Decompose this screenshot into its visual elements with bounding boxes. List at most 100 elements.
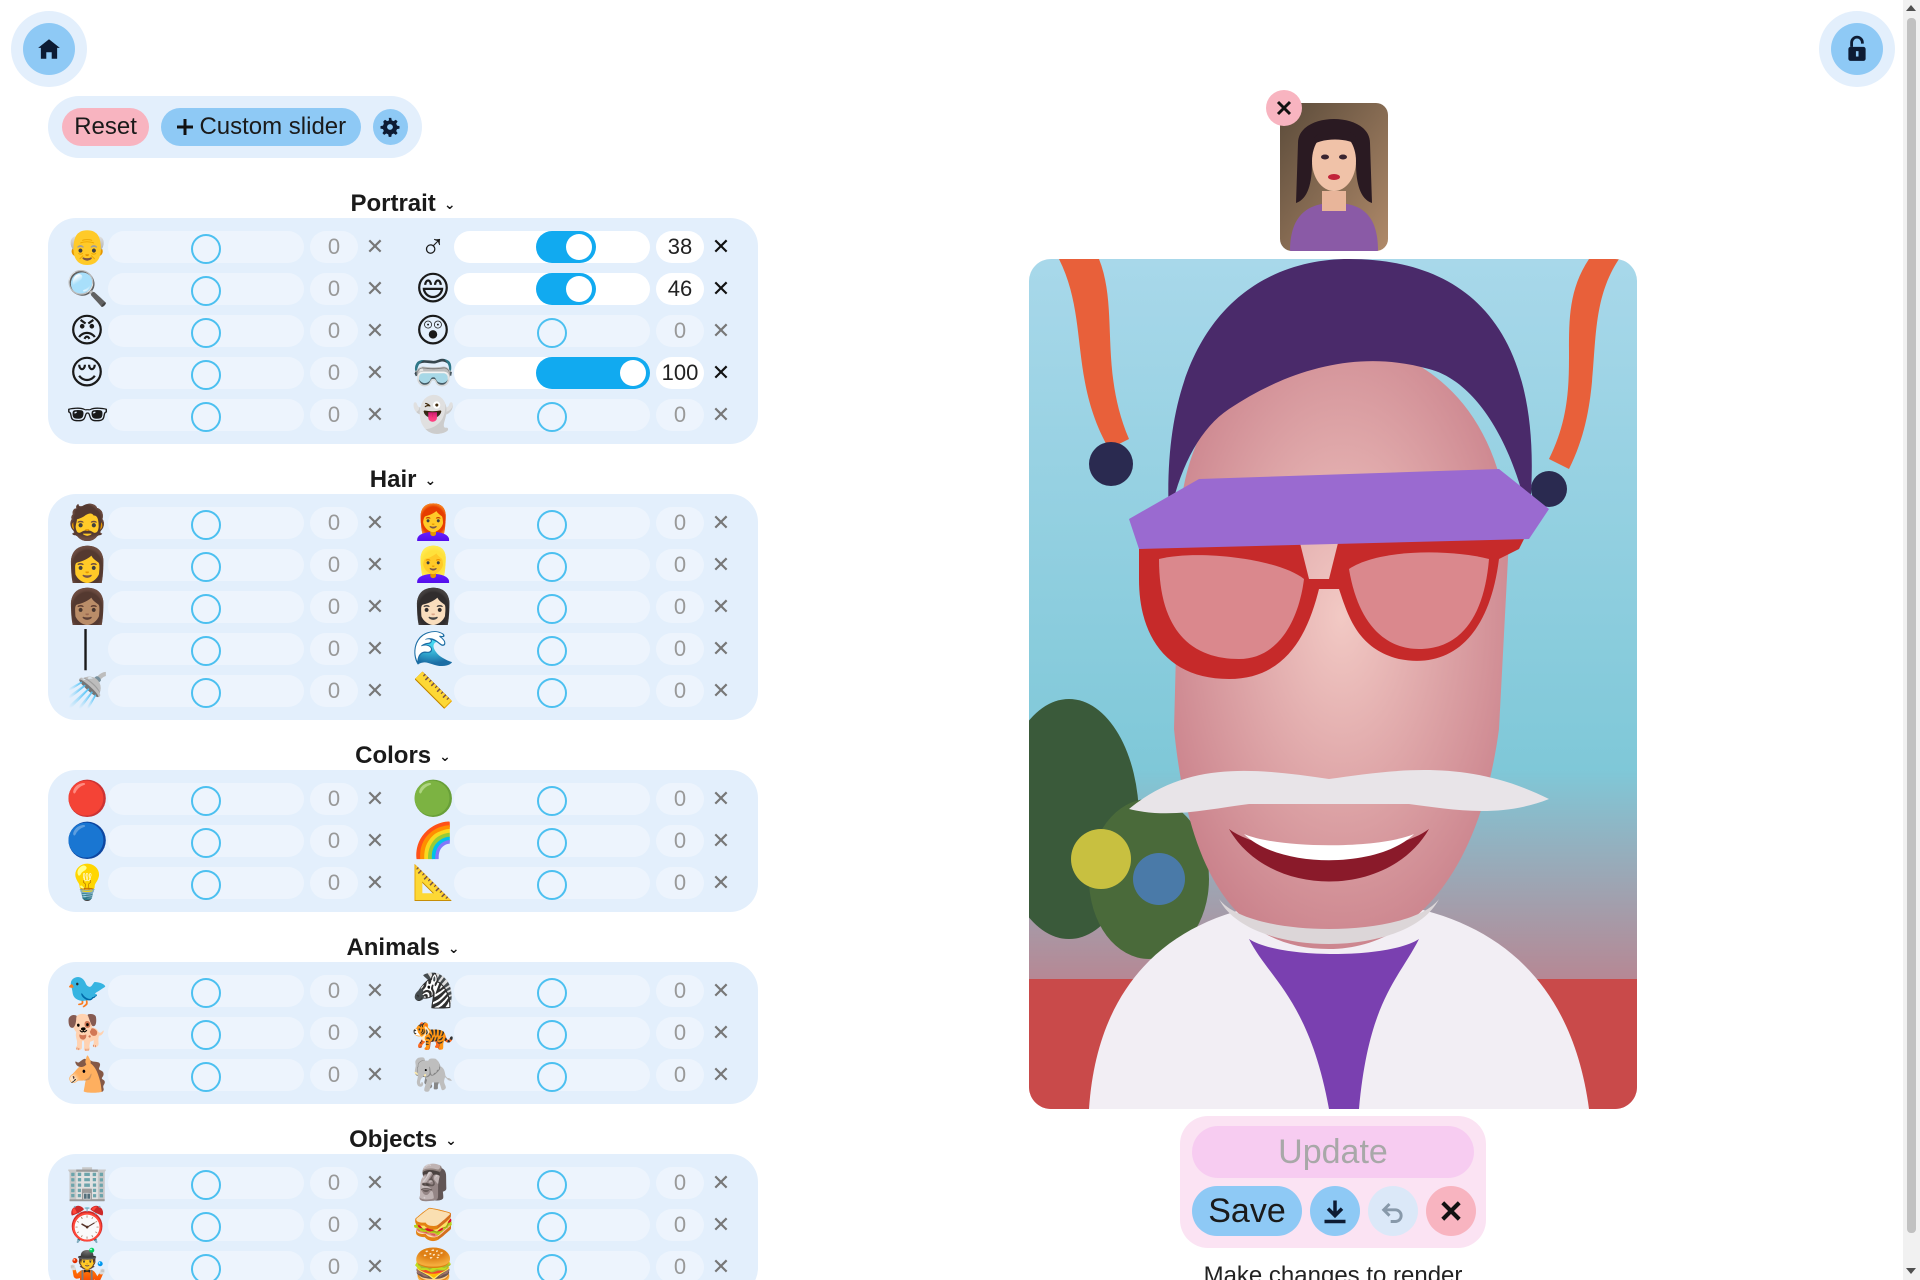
slider-handle[interactable]: [191, 1254, 221, 1280]
clear-slider-icon[interactable]: ✕: [362, 670, 388, 712]
slider-handle[interactable]: [537, 510, 567, 540]
chevron-down-icon[interactable]: ⌄: [445, 1132, 457, 1149]
slider-handle[interactable]: [191, 978, 221, 1008]
slider-value[interactable]: 0: [310, 1167, 358, 1199]
slider-handle[interactable]: [537, 1212, 567, 1242]
update-button[interactable]: Update: [1192, 1126, 1474, 1178]
clear-slider-icon[interactable]: ✕: [708, 670, 734, 712]
section-title-objects[interactable]: Objects ⌄: [48, 1126, 758, 1154]
slider-track[interactable]: [108, 315, 304, 348]
slider-value[interactable]: 0: [656, 825, 704, 857]
slider-value[interactable]: 0: [310, 975, 358, 1007]
slider-track[interactable]: [108, 399, 304, 432]
slider-value[interactable]: 0: [656, 783, 704, 815]
scroll-up-arrow[interactable]: [1906, 5, 1916, 11]
clear-slider-icon[interactable]: ✕: [362, 1204, 388, 1246]
slider-handle[interactable]: [537, 978, 567, 1008]
clear-slider-icon[interactable]: ✕: [362, 544, 388, 586]
slider-value[interactable]: 0: [310, 273, 358, 305]
slider-track[interactable]: [454, 315, 650, 348]
slider-handle[interactable]: [566, 276, 592, 302]
slider-handle[interactable]: [537, 678, 567, 708]
slider-value[interactable]: 0: [656, 399, 704, 431]
clear-slider-icon[interactable]: ✕: [708, 1246, 734, 1280]
slider-value[interactable]: 100: [656, 357, 704, 389]
slider-value[interactable]: 0: [656, 1017, 704, 1049]
slider-track[interactable]: [454, 1059, 650, 1092]
clear-slider-icon[interactable]: ✕: [708, 226, 734, 268]
reference-thumbnail[interactable]: [1280, 103, 1388, 251]
slider-handle[interactable]: [537, 870, 567, 900]
clear-slider-icon[interactable]: ✕: [708, 544, 734, 586]
slider-value[interactable]: 0: [656, 591, 704, 623]
slider-value[interactable]: 0: [656, 675, 704, 707]
clear-slider-icon[interactable]: ✕: [708, 310, 734, 352]
section-title-animals[interactable]: Animals ⌄: [48, 934, 758, 962]
slider-track[interactable]: [108, 867, 304, 900]
slider-value[interactable]: 0: [310, 507, 358, 539]
slider-value[interactable]: 46: [656, 273, 704, 305]
slider-handle[interactable]: [537, 636, 567, 666]
clear-slider-icon[interactable]: ✕: [362, 1162, 388, 1204]
clear-slider-icon[interactable]: ✕: [362, 778, 388, 820]
slider-value[interactable]: 0: [310, 1251, 358, 1280]
slider-track[interactable]: [108, 1167, 304, 1200]
clear-slider-icon[interactable]: ✕: [708, 1204, 734, 1246]
slider-track[interactable]: [108, 231, 304, 264]
scroll-down-arrow[interactable]: [1906, 1268, 1916, 1274]
slider-track[interactable]: [454, 975, 650, 1008]
slider-handle[interactable]: [191, 636, 221, 666]
clear-slider-icon[interactable]: ✕: [362, 1246, 388, 1280]
section-title-colors[interactable]: Colors ⌄: [48, 742, 758, 770]
clear-slider-icon[interactable]: ✕: [362, 310, 388, 352]
download-button[interactable]: [1310, 1186, 1360, 1236]
chevron-down-icon[interactable]: ⌄: [424, 472, 436, 489]
slider-handle[interactable]: [191, 678, 221, 708]
save-button[interactable]: Save: [1192, 1186, 1302, 1236]
slider-track[interactable]: [108, 1251, 304, 1280]
slider-value[interactable]: 0: [656, 1167, 704, 1199]
clear-slider-icon[interactable]: ✕: [362, 394, 388, 436]
chevron-down-icon[interactable]: ⌄: [439, 748, 451, 765]
slider-handle[interactable]: [191, 360, 221, 390]
slider-track[interactable]: [108, 975, 304, 1008]
slider-handle[interactable]: [537, 1062, 567, 1092]
slider-handle[interactable]: [537, 828, 567, 858]
slider-track[interactable]: [454, 399, 650, 432]
home-button[interactable]: [11, 11, 87, 87]
chevron-down-icon[interactable]: ⌄: [448, 940, 460, 957]
slider-track[interactable]: [108, 783, 304, 816]
slider-handle[interactable]: [191, 552, 221, 582]
slider-handle[interactable]: [191, 234, 221, 264]
clear-slider-icon[interactable]: ✕: [708, 1054, 734, 1096]
clear-slider-icon[interactable]: ✕: [708, 628, 734, 670]
section-title-hair[interactable]: Hair ⌄: [48, 466, 758, 494]
slider-handle[interactable]: [537, 318, 567, 348]
slider-handle[interactable]: [191, 402, 221, 432]
page-scrollbar[interactable]: [1903, 0, 1920, 1280]
clear-slider-icon[interactable]: ✕: [708, 820, 734, 862]
slider-handle[interactable]: [537, 786, 567, 816]
slider-handle[interactable]: [191, 1170, 221, 1200]
clear-slider-icon[interactable]: ✕: [708, 268, 734, 310]
section-title-portrait[interactable]: Portrait ⌄: [48, 190, 758, 218]
clear-slider-icon[interactable]: ✕: [362, 1012, 388, 1054]
clear-slider-icon[interactable]: ✕: [708, 778, 734, 820]
slider-handle[interactable]: [191, 1212, 221, 1242]
slider-handle[interactable]: [191, 828, 221, 858]
clear-slider-icon[interactable]: ✕: [362, 502, 388, 544]
slider-track[interactable]: [108, 1209, 304, 1242]
slider-handle[interactable]: [620, 360, 646, 386]
clear-slider-icon[interactable]: ✕: [708, 394, 734, 436]
slider-handle[interactable]: [191, 594, 221, 624]
clear-slider-icon[interactable]: ✕: [708, 1162, 734, 1204]
slider-value[interactable]: 0: [310, 675, 358, 707]
slider-handle[interactable]: [537, 1254, 567, 1280]
clear-slider-icon[interactable]: ✕: [362, 586, 388, 628]
slider-track[interactable]: [108, 675, 304, 708]
slider-value[interactable]: 0: [656, 975, 704, 1007]
slider-value[interactable]: 0: [310, 1209, 358, 1241]
slider-track[interactable]: [454, 633, 650, 666]
slider-track[interactable]: [108, 825, 304, 858]
clear-slider-icon[interactable]: ✕: [362, 862, 388, 904]
